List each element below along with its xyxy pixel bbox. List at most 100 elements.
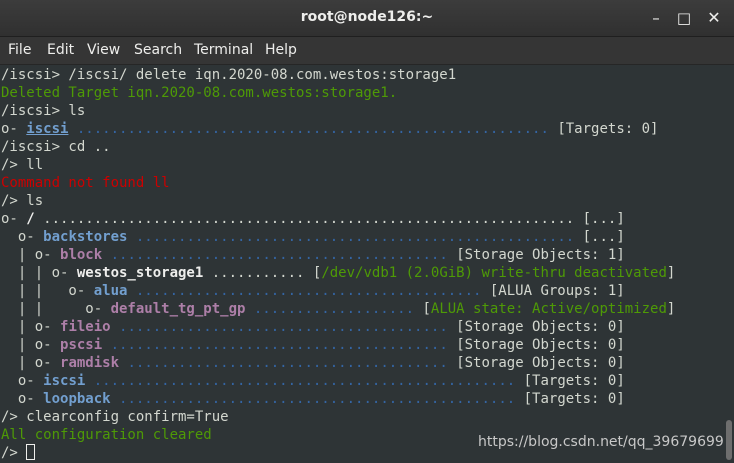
terminal-text: /> clearconfig confirm=True	[1, 409, 229, 425]
terminal-text: All configuration cleared	[1, 427, 212, 443]
terminal-text: o-	[1, 391, 44, 407]
window-title: root@node126:~	[300, 9, 434, 25]
terminal-text: [Targets: 0]	[523, 373, 625, 389]
terminal-text: | o-	[1, 319, 61, 335]
terminal-line: /> ll	[1, 156, 43, 174]
terminal-text: /	[26, 211, 35, 227]
terminal-line: Command not found ll	[1, 174, 170, 192]
terminal-text: [Targets: 0]	[523, 391, 625, 407]
terminal-text: | | o-	[1, 283, 94, 299]
terminal-text: | | o-	[1, 301, 111, 317]
terminal-text: o-	[1, 229, 44, 245]
menu-search[interactable]: Search	[134, 42, 182, 58]
terminal-line: /> ls	[1, 192, 43, 210]
terminal-line: | o- pscsi .............................…	[1, 336, 625, 354]
menu-view[interactable]: View	[87, 42, 120, 58]
menu-help[interactable]: Help	[265, 42, 297, 58]
terminal-text: loopback	[43, 391, 111, 407]
terminal-text: /iscsi> /iscsi/ delete iqn.2020-08.com.w…	[1, 67, 457, 83]
terminal-text: /> ll	[1, 157, 44, 173]
terminal-text: ......................................	[119, 355, 457, 371]
terminal-text: pscsi	[60, 337, 103, 353]
terminal-text: [Storage Objects: 0]	[456, 319, 625, 335]
terminal-text: default_tg_pt_gp	[110, 301, 246, 317]
terminal-text: ........................................…	[127, 229, 583, 245]
terminal-window: root@node126:~ – □ ✕ File Edit View Sear…	[0, 0, 734, 463]
terminal-line: | | o- westos_storage1 ........... [/dev…	[1, 264, 675, 282]
menu-file[interactable]: File	[8, 42, 31, 58]
terminal-line: o- iscsi ...............................…	[1, 120, 658, 138]
minimize-icon[interactable]: –	[644, 6, 668, 30]
terminal-text: [ALUA Groups: 1]	[489, 283, 625, 299]
terminal-line: o- loopback ............................…	[1, 390, 625, 408]
watermark-text: https://blog.csdn.net/qq_39679699	[478, 434, 724, 450]
terminal-text: iscsi	[26, 121, 69, 137]
terminal-text: westos_storage1	[76, 265, 204, 281]
terminal-text: [...]	[582, 211, 625, 227]
terminal-line: Deleted Target iqn.2020-08.com.westos:st…	[1, 84, 397, 102]
terminal-text: ........................................…	[127, 283, 490, 299]
terminal-text: | | o-	[1, 265, 77, 281]
terminal-text: /iscsi> cd ..	[1, 139, 111, 155]
terminal-text: | o-	[1, 355, 61, 371]
terminal-text: | o-	[1, 337, 61, 353]
close-icon[interactable]: ✕	[702, 6, 726, 30]
terminal-line: | o- block .............................…	[1, 246, 625, 264]
scrollbar-thumb[interactable]	[726, 420, 732, 460]
terminal-text: ...................	[245, 301, 423, 317]
terminal-line: | | o- default_tg_pt_gp ................…	[1, 300, 676, 318]
terminal-line: /iscsi> /iscsi/ delete iqn.2020-08.com.w…	[1, 66, 456, 84]
terminal-text: [Storage Objects: 0]	[456, 337, 625, 353]
terminal-text: /> ls	[1, 193, 44, 209]
terminal-text: [Storage Objects: 1]	[456, 247, 625, 263]
terminal-line: /iscsi> cd ..	[1, 138, 111, 156]
terminal-text: block	[60, 247, 103, 263]
terminal-text: [Targets: 0]	[557, 121, 659, 137]
terminal-text: ........................................	[102, 247, 457, 263]
terminal-text: /iscsi> ls	[1, 103, 86, 119]
terminal-line: o- / ...................................…	[1, 210, 625, 228]
terminal-line: | o- fileio ............................…	[1, 318, 625, 336]
menu-terminal[interactable]: Terminal	[194, 42, 253, 58]
terminal-text: [	[422, 301, 431, 317]
terminal-text: ]	[666, 265, 676, 281]
terminal-text: ........................................…	[68, 121, 558, 137]
terminal-text: fileio	[60, 319, 111, 335]
terminal-line: o- backstores ..........................…	[1, 228, 625, 246]
terminal-text: Command not found ll	[1, 175, 170, 191]
terminal-text: [Storage Objects: 0]	[456, 355, 625, 371]
terminal-text: /dev/vdb1 (2.0GiB) write-thru deactivate…	[321, 265, 667, 281]
terminal-text: ........................................…	[110, 391, 524, 407]
terminal-text: [...]	[582, 229, 625, 245]
terminal-text: ........................................…	[34, 211, 583, 227]
terminal-text: o-	[1, 121, 27, 137]
terminal-text: o-	[1, 211, 27, 227]
terminal-line: | o- ramdisk ...........................…	[1, 354, 625, 372]
maximize-icon[interactable]: □	[672, 6, 696, 30]
terminal-output[interactable]: /iscsi> /iscsi/ delete iqn.2020-08.com.w…	[0, 65, 734, 463]
terminal-line: o- iscsi ...............................…	[1, 372, 625, 390]
terminal-line: All configuration cleared	[1, 426, 212, 444]
menu-bar: File Edit View Search Terminal Help	[0, 37, 734, 65]
terminal-text: iscsi	[43, 373, 86, 389]
terminal-line: | | o- alua ............................…	[1, 282, 625, 300]
terminal-text: ........................................…	[85, 373, 524, 389]
terminal-text: alua	[93, 283, 128, 299]
terminal-text: Deleted Target iqn.2020-08.com.westos:st…	[1, 85, 398, 101]
terminal-line: /> clearconfig confirm=True	[1, 408, 229, 426]
title-bar[interactable]: root@node126:~ – □ ✕	[0, 0, 734, 37]
terminal-line: /iscsi> ls	[1, 102, 85, 120]
menu-edit[interactable]: Edit	[47, 42, 74, 58]
terminal-text: backstores	[43, 229, 128, 245]
terminal-line: />	[1, 444, 36, 462]
text-cursor	[26, 444, 36, 460]
terminal-text: ...........	[203, 265, 313, 281]
terminal-text: o-	[1, 373, 44, 389]
terminal-text: ALUA state: Active/optimized	[430, 301, 667, 317]
terminal-text: ........................................	[102, 337, 457, 353]
terminal-text: ]	[666, 301, 676, 317]
terminal-text: | o-	[1, 247, 61, 263]
terminal-text: ramdisk	[60, 355, 120, 371]
terminal-text: />	[1, 445, 27, 461]
terminal-text: .......................................	[110, 319, 457, 335]
